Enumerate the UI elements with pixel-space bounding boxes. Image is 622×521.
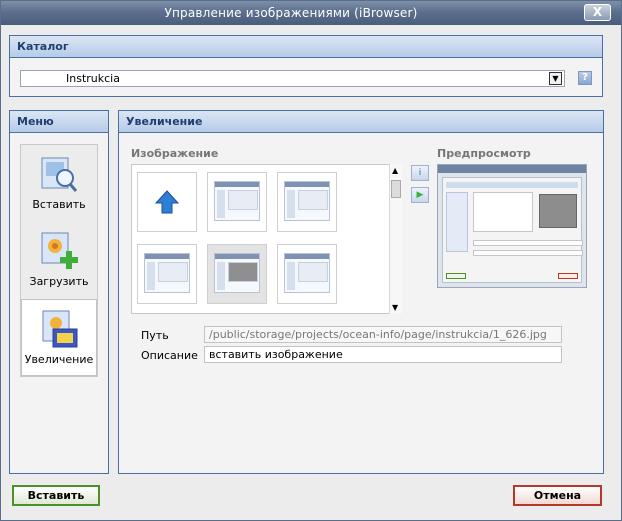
screenshot-thumbnail	[144, 253, 190, 293]
image-preview	[437, 164, 587, 288]
catalog-selected-value: Instrukcia	[66, 72, 120, 85]
scroll-thumb[interactable]	[391, 180, 401, 198]
catalog-heading: Каталог	[10, 36, 602, 58]
chevron-down-icon[interactable]: ▼	[549, 72, 562, 85]
thumbnail[interactable]	[137, 244, 197, 304]
title-bar: Управление изображениями (iBrowser) X	[1, 1, 621, 25]
thumbnail[interactable]	[277, 172, 337, 232]
screenshot-thumbnail	[284, 181, 330, 221]
screenshot-thumbnail	[214, 253, 260, 293]
screenshot-thumbnail	[214, 181, 260, 221]
thumbnail-selected[interactable]	[207, 244, 267, 304]
path-label: Путь	[141, 329, 169, 342]
insert-image-icon	[41, 157, 78, 192]
upload-image-icon	[41, 232, 78, 269]
menu-item-label: Загрузить	[29, 275, 89, 288]
menu-item-zoom[interactable]: Увеличение	[21, 299, 97, 376]
image-grid-scrollbar[interactable]: ▲ ▼	[389, 164, 402, 314]
image-grid	[131, 164, 401, 314]
play-icon[interactable]: ▶	[411, 187, 429, 203]
folder-up-icon	[154, 190, 180, 214]
menu-heading: Меню	[10, 111, 108, 133]
scroll-up-icon[interactable]: ▲	[392, 166, 398, 175]
screenshot-thumbnail	[284, 253, 330, 293]
description-label: Описание	[141, 349, 198, 362]
preview-label: Предпросмотр	[437, 147, 531, 160]
zoom-image-icon	[42, 310, 78, 348]
cancel-button[interactable]: Отмена	[513, 485, 602, 506]
catalog-panel: Каталог Instrukcia ▼ ?	[9, 35, 603, 97]
insert-button[interactable]: Вставить	[12, 485, 100, 506]
info-icon[interactable]: i	[411, 165, 429, 181]
images-label: Изображение	[131, 147, 219, 160]
path-field: /public/storage/projects/ocean-info/page…	[204, 326, 562, 343]
menu-item-label: Увеличение	[24, 353, 94, 366]
close-icon: X	[592, 5, 603, 19]
menu-list: Вставить Загрузить Увеличение	[20, 144, 98, 377]
menu-panel: Меню Вставить Загрузить Увеличение	[9, 110, 109, 474]
catalog-select[interactable]: Instrukcia ▼	[20, 70, 565, 87]
thumbnail-folder-up[interactable]	[137, 172, 197, 232]
scroll-down-icon[interactable]: ▼	[392, 303, 398, 312]
dialog-title: Управление изображениями (iBrowser)	[164, 6, 418, 20]
menu-item-insert[interactable]: Вставить	[21, 145, 97, 222]
close-button[interactable]: X	[584, 4, 611, 21]
description-input[interactable]: вставить изображение	[204, 346, 562, 363]
thumbnail[interactable]	[277, 244, 337, 304]
zoom-heading: Увеличение	[119, 111, 603, 133]
zoom-panel: Увеличение Изображение Предпросмотр ▲ ▼ …	[118, 110, 604, 474]
help-icon[interactable]: ?	[578, 71, 592, 85]
menu-item-upload[interactable]: Загрузить	[21, 222, 97, 299]
menu-item-label: Вставить	[32, 198, 86, 211]
ibrowser-dialog: Управление изображениями (iBrowser) X Ка…	[0, 0, 622, 521]
thumbnail[interactable]	[207, 172, 267, 232]
